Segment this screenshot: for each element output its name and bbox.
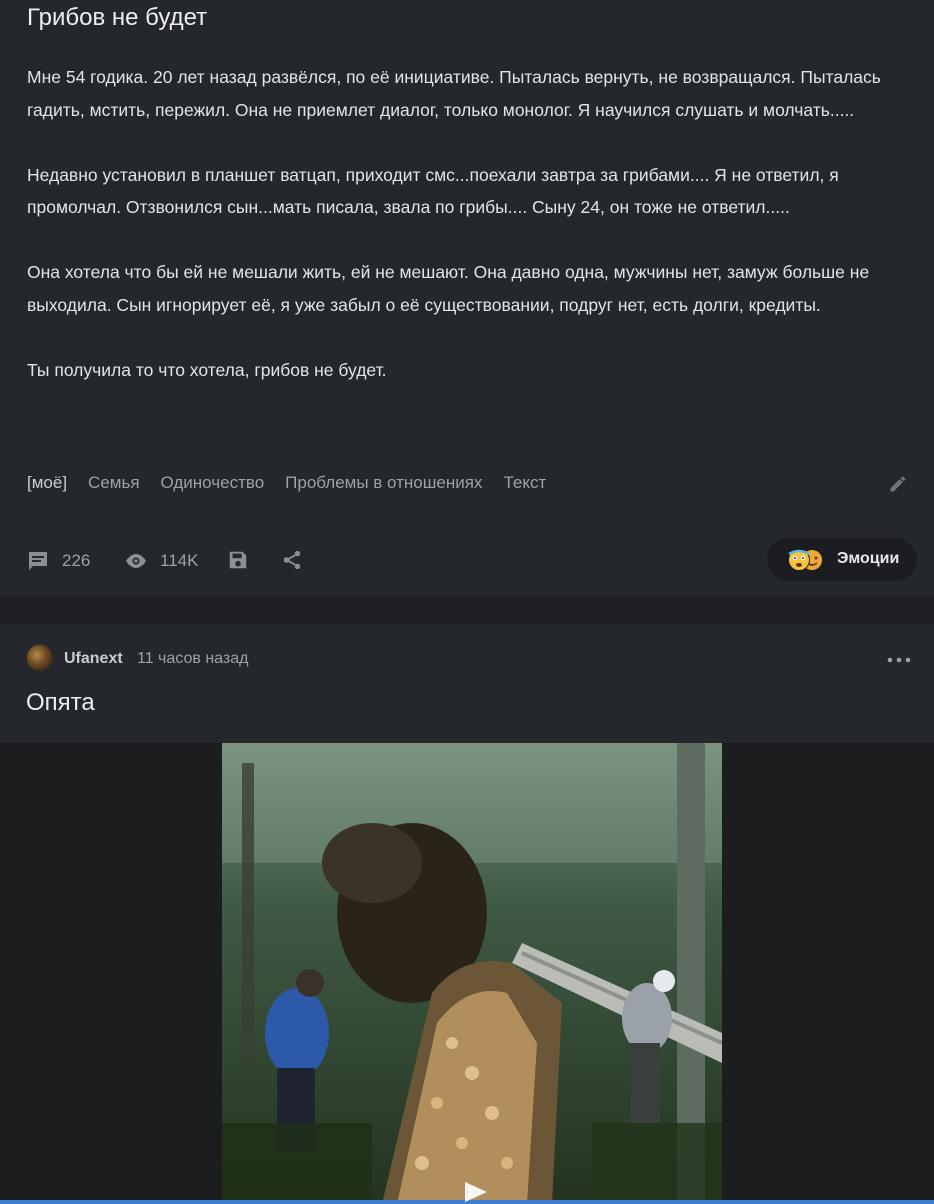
post-card: Грибов не будет Мне 54 годика. 20 лет на… (0, 0, 934, 522)
comments-stat[interactable]: 226 (26, 549, 90, 573)
eye-icon (126, 554, 146, 568)
post-footer: 226 114K Эмоции (0, 523, 934, 595)
emoji-faces-icon (788, 549, 822, 571)
tag-relationship-problems[interactable]: Проблемы в отношениях (285, 473, 482, 493)
tag-family[interactable]: Семья (88, 473, 139, 493)
post-paragraph: Ты получила то что хотела, грибов не буд… (27, 359, 387, 380)
emotions-label: Эмоции (837, 550, 900, 567)
emotions-button[interactable]: Эмоции (767, 538, 917, 581)
more-options-icon[interactable] (887, 656, 911, 664)
tag-moe[interactable]: [моё] (27, 473, 67, 493)
post-card: Ufanext 11 часов назад Опята (0, 624, 934, 1204)
tag-loneliness[interactable]: Одиночество (161, 473, 265, 493)
comment-icon (29, 552, 47, 570)
post-paragraph: Мне 54 годика. 20 лет назад развёлся, по… (27, 67, 881, 120)
share-icon[interactable] (281, 549, 303, 571)
feed-divider (0, 595, 934, 624)
post-paragraph: Недавно установил в планшет ватцап, прих… (27, 164, 839, 218)
pencil-icon[interactable] (888, 474, 908, 494)
post-time[interactable]: 11 часов назад (137, 650, 248, 668)
author-name[interactable]: Ufanext (64, 650, 123, 668)
video-thumbnail[interactable] (222, 743, 722, 1204)
post-title[interactable]: Опята (26, 689, 95, 717)
views-count: 114K (160, 551, 199, 570)
post-title[interactable]: Грибов не будет (27, 4, 207, 32)
tag-text[interactable]: Текст (503, 473, 546, 493)
avatar[interactable] (26, 644, 53, 671)
post-paragraph: Она хотела что бы ей не мешали жить, ей … (27, 262, 870, 315)
comments-count: 226 (62, 551, 91, 570)
save-icon[interactable] (227, 549, 249, 571)
views-stat: 114K (124, 549, 198, 573)
post-body: Мне 54 годика. 20 лет назад развёлся, по… (27, 61, 922, 386)
tag-list: [моё] Семья Одиночество Проблемы в отнош… (27, 473, 546, 493)
video-player[interactable] (0, 743, 934, 1204)
play-icon[interactable] (463, 1180, 489, 1204)
